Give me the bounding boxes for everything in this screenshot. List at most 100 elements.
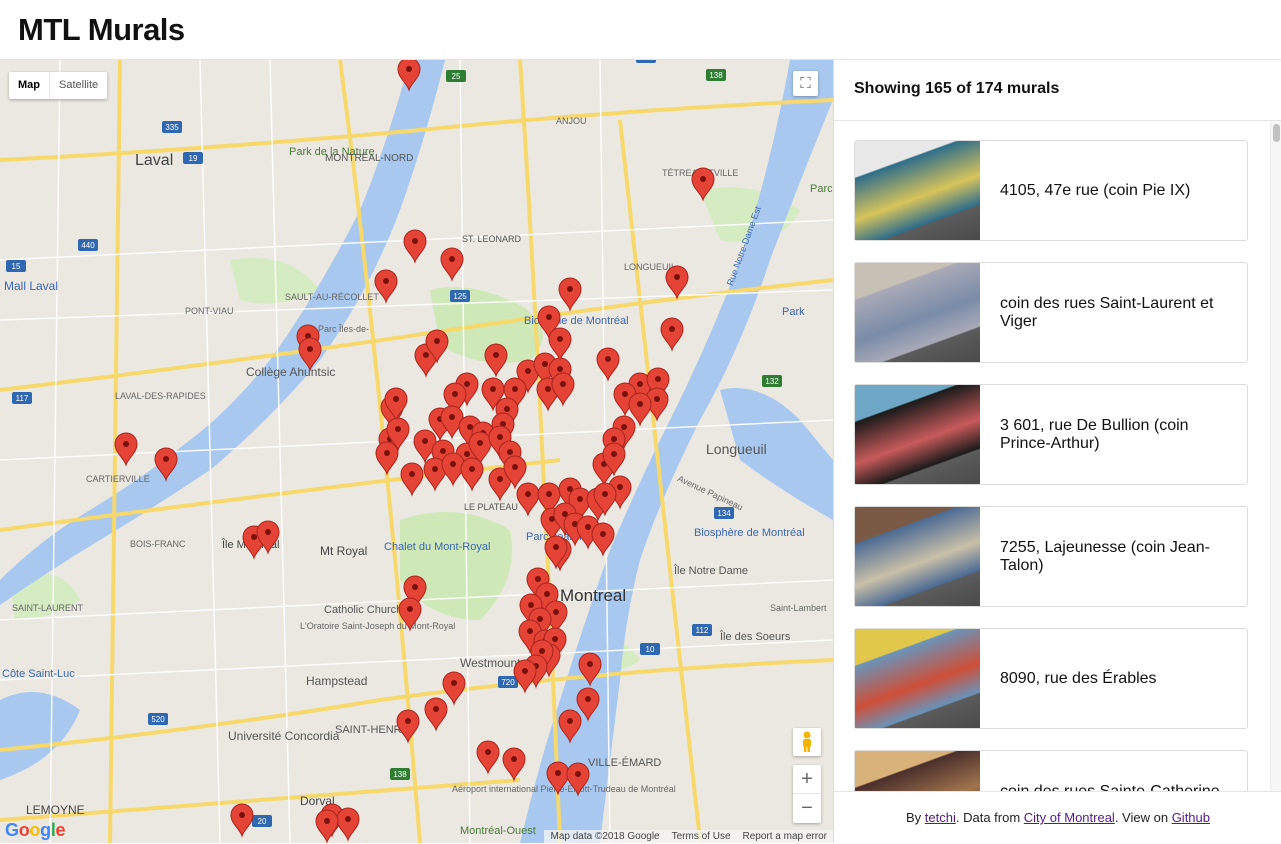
google-logo[interactable]: Google — [5, 820, 66, 841]
mural-address: 8090, rue des Érables — [1000, 669, 1157, 687]
map-place-label: Mt Royal — [320, 544, 367, 558]
svg-text:138: 138 — [393, 770, 407, 779]
map-place-label: Île Notre Dame — [673, 564, 748, 577]
map-place-label: Catholic Church — [324, 604, 402, 616]
map-place-label: Côte Saint-Luc — [2, 668, 75, 680]
mural-address: 4105, 47e rue (coin Pie IX) — [1000, 181, 1191, 199]
mural-thumbnail — [855, 141, 980, 240]
author-link[interactable]: tetchi — [925, 810, 956, 825]
svg-text:520: 520 — [151, 715, 165, 724]
zoom-in-button[interactable]: + — [793, 765, 821, 794]
map-place-label: MONTRÉAL-NORD — [325, 151, 413, 164]
mural-sidebar: Showing 165 of 174 murals 4105, 47e rue … — [833, 60, 1281, 843]
map-tiles[interactable]: 25 40 138 335 19 440 15 125 117 132 134 720 112 10 20 5… — [0, 60, 833, 843]
map-place-label: Montréal-Ouest — [460, 825, 536, 837]
svg-text:720: 720 — [501, 678, 515, 687]
map-place-label: Biosphère de Montréal — [694, 527, 805, 539]
svg-text:117: 117 — [16, 394, 29, 403]
svg-text:440: 440 — [81, 241, 95, 250]
footer-view-text: . View on — [1114, 810, 1172, 825]
map-place-label: Île des Soeurs — [719, 630, 791, 643]
map-place-label: ST. LEONARD — [462, 234, 522, 244]
route-shield: 117 — [12, 392, 32, 404]
route-shield: 134 — [714, 507, 734, 519]
mural-card[interactable]: coin des rues Saint-Laurent et Viger — [854, 262, 1248, 363]
street-view-pegman[interactable] — [793, 728, 821, 756]
map-place-label: SAINT-LAURENT — [12, 603, 84, 613]
zoom-control: + − — [793, 765, 821, 823]
route-shield: 19 — [183, 152, 203, 164]
map-place-label: Hampstead — [306, 674, 367, 688]
route-shield: 10 — [640, 643, 660, 655]
mural-map[interactable]: 25 40 138 335 19 440 15 125 117 132 134 720 112 10 20 5… — [0, 60, 833, 843]
map-place-label: Montreal — [560, 586, 626, 605]
mural-thumbnail — [855, 263, 980, 362]
city-of-montreal-link[interactable]: City of Montreal — [1024, 810, 1115, 825]
route-shield: 112 — [692, 624, 712, 636]
route-shield: 720 — [498, 676, 518, 688]
map-place-label: Laval — [135, 152, 173, 169]
fullscreen-icon: ⛶ — [800, 75, 811, 92]
route-shield: 40 — [636, 60, 656, 63]
map-place-label: Longueuil — [706, 441, 767, 457]
route-shield: 15 — [6, 260, 26, 272]
svg-text:25: 25 — [452, 72, 461, 81]
scrollbar-track[interactable] — [1270, 121, 1281, 791]
map-place-label: Parc industriel de Longueuil — [810, 183, 833, 195]
footer-data-text: . Data from — [955, 810, 1024, 825]
map-data-credit: Map data ©2018 Google — [550, 831, 660, 842]
fullscreen-button[interactable]: ⛶ — [793, 71, 818, 96]
map-place-label: Université Concordia — [228, 729, 340, 743]
mural-count: Showing 165 of 174 murals — [854, 80, 1060, 97]
map-place-label: BOIS-FRANC — [130, 539, 186, 549]
map-place-label: Westmount — [460, 656, 521, 670]
svg-text:138: 138 — [709, 71, 723, 80]
svg-text:40: 40 — [642, 60, 651, 62]
svg-text:10: 10 — [646, 645, 655, 654]
mural-card[interactable]: 4105, 47e rue (coin Pie IX) — [854, 140, 1248, 241]
svg-text:15: 15 — [12, 262, 21, 271]
terms-of-use-link[interactable]: Terms of Use — [672, 830, 731, 843]
svg-text:335: 335 — [165, 123, 179, 132]
svg-text:112: 112 — [696, 626, 709, 635]
map-attribution: Map data ©2018 Google Terms of Use Repor… — [544, 830, 833, 843]
map-type-satellite-button[interactable]: Satellite — [49, 72, 107, 99]
map-type-map-button[interactable]: Map — [9, 72, 49, 99]
map-place-label: L'Oratoire Saint-Joseph du Mont-Royal — [300, 621, 455, 631]
mural-card[interactable]: 7255, Lajeunesse (coin Jean-Talon) — [854, 506, 1248, 607]
github-link[interactable]: Github — [1172, 810, 1210, 825]
mural-thumbnail — [855, 629, 980, 728]
map-place-label: Chalet du Mont-Royal — [384, 541, 490, 553]
map-type-control: Map Satellite — [9, 72, 108, 99]
map-place-label: PONT-VIAU — [185, 306, 234, 316]
route-shield: 138 — [706, 69, 726, 81]
mural-list-scroll[interactable]: 4105, 47e rue (coin Pie IX) coin des rues… — [834, 120, 1281, 791]
mural-list: 4105, 47e rue (coin Pie IX) coin des rues… — [854, 140, 1248, 791]
map-place-label: SAINT-HENRI — [335, 724, 405, 736]
route-shield: 440 — [78, 239, 98, 251]
map-place-label: CARTIERVILLE — [86, 474, 150, 484]
svg-text:134: 134 — [717, 509, 731, 518]
app-header: MTL Murals — [0, 0, 1281, 60]
scrollbar-thumb[interactable] — [1273, 124, 1280, 142]
app-title: MTL Murals — [18, 12, 185, 47]
map-place-label: Parc Îles-de- — [318, 324, 369, 334]
map-place-label: Collège Ahuntsic — [246, 365, 335, 379]
footer-by-text: By — [905, 810, 925, 825]
route-shield: 520 — [148, 713, 168, 725]
map-place-label: SAULT-AU-RÉCOLLET — [285, 292, 379, 302]
mural-address: 3 601, rue De Bullion (coin Prince-Arthu… — [1000, 416, 1189, 452]
footer: By tetchi. Data from City of Montreal. V… — [834, 791, 1281, 843]
mural-card[interactable]: 3 601, rue De Bullion (coin Prince-Arthu… — [854, 384, 1248, 485]
mural-address: 7255, Lajeunesse (coin Jean-Talon) — [1000, 538, 1210, 574]
map-place-label: Mall Laval — [4, 279, 58, 293]
mural-thumbnail — [855, 385, 980, 484]
svg-text:20: 20 — [258, 817, 267, 826]
mural-card[interactable]: coin des rues Sainte-Catherine et — [854, 750, 1248, 791]
report-map-error-link[interactable]: Report a map error — [743, 830, 827, 843]
map-place-label: ANJOU — [556, 116, 587, 126]
mural-card[interactable]: 8090, rue des Érables — [854, 628, 1248, 729]
svg-text:132: 132 — [765, 377, 779, 386]
zoom-out-button[interactable]: − — [793, 794, 821, 823]
map-place-label: LE PLATEAU — [464, 502, 518, 512]
